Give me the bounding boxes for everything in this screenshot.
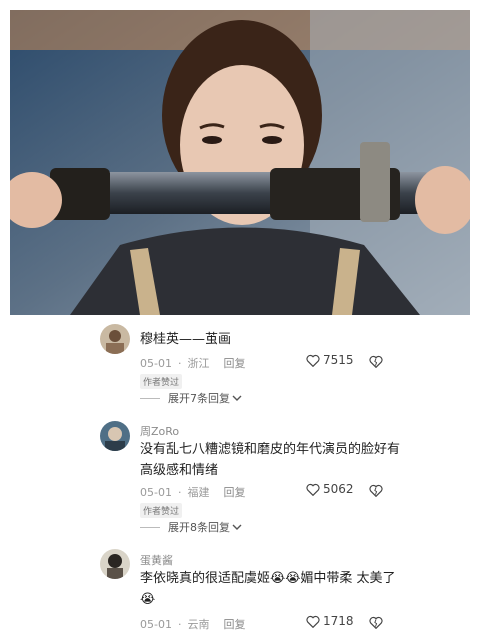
expand-replies-label: 展开8条回复	[168, 521, 230, 534]
dislike-button[interactable]	[369, 353, 383, 372]
comment-text: 穆桂英——茧画	[140, 332, 232, 347]
dislike-button[interactable]	[369, 482, 383, 501]
heart-icon	[306, 615, 320, 628]
author-liked-badge: 作者赞过	[140, 503, 183, 518]
reply-button[interactable]: 回复	[223, 486, 245, 499]
expand-replies-button[interactable]: 展开8条回复	[140, 519, 242, 535]
comment-meta: 05-01 · 云南 回复	[140, 618, 246, 631]
comment-meta: 05-01 · 福建 回复	[140, 486, 246, 499]
comment-date: 05-01	[140, 486, 172, 499]
comment-date: 05-01	[140, 618, 172, 631]
avatar[interactable]	[100, 324, 130, 354]
comment-date: 05-01	[140, 357, 172, 370]
broken-heart-icon	[369, 355, 383, 369]
post-photo[interactable]	[10, 10, 470, 315]
chevron-down-icon	[232, 395, 242, 401]
avatar[interactable]	[100, 549, 130, 579]
like-count: 7515	[323, 353, 354, 367]
author-liked-badge: 作者赞过	[140, 374, 183, 389]
comment-username[interactable]: 周ZoRo	[140, 423, 179, 439]
broken-heart-icon	[369, 484, 383, 498]
avatar[interactable]	[100, 421, 130, 451]
like-count: 5062	[323, 482, 354, 496]
comment-location: 浙江	[187, 357, 210, 370]
comment-username[interactable]: 蛋黄酱	[140, 552, 173, 568]
reply-button[interactable]: 回复	[223, 618, 245, 631]
comment-text: 李依晓真的很适配虞姬😭😭媚中带柔 太美了😭	[140, 571, 396, 607]
comment-meta: 05-01 · 浙江 回复	[140, 357, 246, 370]
like-button[interactable]: 1718	[306, 614, 354, 628]
comment-location: 福建	[187, 486, 210, 499]
comment-text: 没有乱七八糟滤镜和磨皮的年代演员的脸好有高级感和情绪	[140, 442, 401, 478]
dislike-button[interactable]	[369, 614, 383, 633]
heart-icon	[306, 354, 320, 367]
comment-location: 云南	[187, 618, 210, 631]
like-button[interactable]: 5062	[306, 482, 354, 496]
expand-replies-label: 展开7条回复	[168, 392, 230, 405]
expand-replies-button[interactable]: 展开7条回复	[140, 390, 242, 406]
broken-heart-icon	[369, 616, 383, 630]
heart-icon	[306, 483, 320, 496]
chevron-down-icon	[232, 524, 242, 530]
reply-button[interactable]: 回复	[223, 357, 245, 370]
like-count: 1718	[323, 614, 354, 628]
like-button[interactable]: 7515	[306, 353, 354, 367]
